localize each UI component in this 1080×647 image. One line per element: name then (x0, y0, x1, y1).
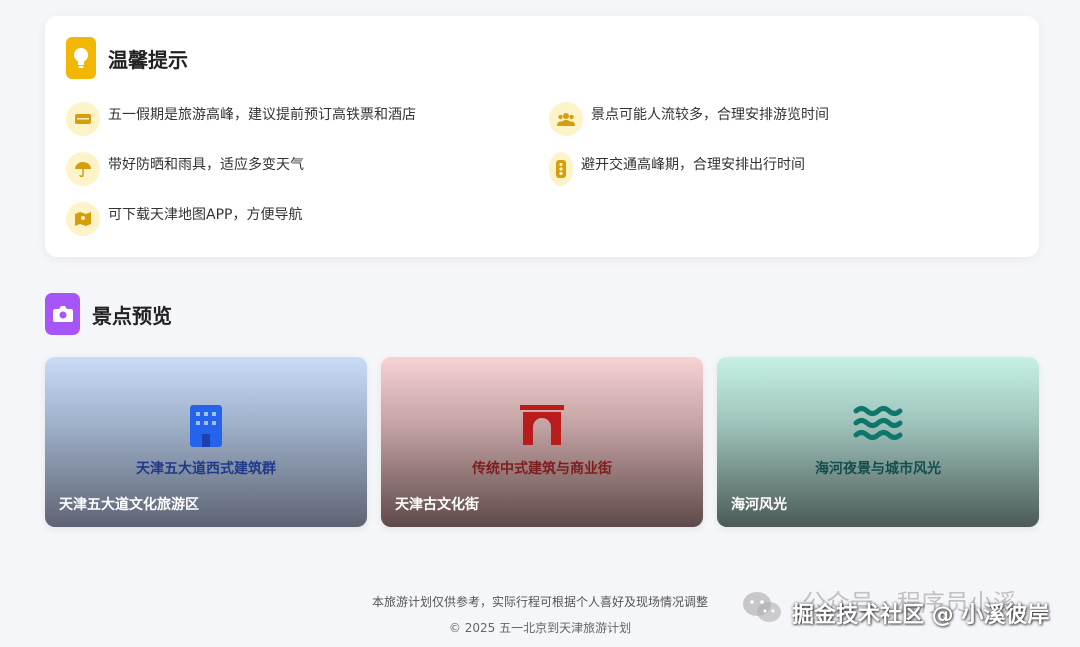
tip-item: 可下载天津地图APP，方便导航 (66, 202, 302, 236)
spot-name: 天津古文化街 (395, 497, 479, 513)
building-icon (45, 405, 367, 447)
tip-item: 五一假期是旅游高峰，建议提前预订高铁票和酒店 (66, 102, 416, 136)
water-icon (717, 405, 1039, 441)
ticket-icon (66, 102, 100, 136)
watermark: 公众号 · 程序员小溪 掘金技术社区 @ 小溪彼岸 (742, 583, 1060, 633)
spot-subtitle: 海河夜景与城市风光 (815, 461, 941, 477)
tip-item: 避开交通高峰期，合理安排出行时间 (549, 152, 805, 186)
preview-title: 景点预览 (92, 303, 172, 328)
spot-name: 天津五大道文化旅游区 (59, 497, 199, 513)
people-icon (549, 102, 583, 136)
watermark-line2: 掘金技术社区 @ 小溪彼岸 (792, 603, 1050, 628)
tip-text: 可下载天津地图APP，方便导航 (108, 207, 303, 223)
map-icon (66, 202, 100, 236)
tips-card: 温馨提示 五一假期是旅游高峰，建议提前预订高铁票和酒店 景点可能人流较多，合理安… (45, 16, 1039, 257)
umbrella-icon (66, 152, 100, 186)
lightbulb-icon (66, 37, 96, 79)
wechat-icon (742, 591, 782, 625)
tip-text: 景点可能人流较多，合理安排游览时间 (591, 107, 829, 123)
preview-header: 景点预览 (45, 293, 172, 335)
spot-card[interactable]: 天津五大道西式建筑群 天津五大道文化旅游区 (45, 357, 367, 527)
traffic-light-icon (549, 152, 573, 186)
tip-item: 景点可能人流较多，合理安排游览时间 (549, 102, 829, 136)
tip-text: 避开交通高峰期，合理安排出行时间 (581, 157, 805, 173)
tips-header: 温馨提示 (66, 37, 188, 79)
spot-subtitle: 天津五大道西式建筑群 (136, 461, 276, 477)
camera-icon (45, 293, 80, 335)
spot-subtitle: 传统中式建筑与商业街 (472, 461, 612, 477)
gate-icon (381, 405, 703, 445)
tip-item: 带好防晒和雨具，适应多变天气 (66, 152, 304, 186)
tip-text: 五一假期是旅游高峰，建议提前预订高铁票和酒店 (108, 107, 416, 123)
spot-card[interactable]: 海河夜景与城市风光 海河风光 (717, 357, 1039, 527)
tips-title: 温馨提示 (108, 47, 188, 72)
tip-text: 带好防晒和雨具，适应多变天气 (108, 157, 304, 173)
spot-card[interactable]: 传统中式建筑与商业街 天津古文化街 (381, 357, 703, 527)
spot-name: 海河风光 (731, 497, 787, 513)
